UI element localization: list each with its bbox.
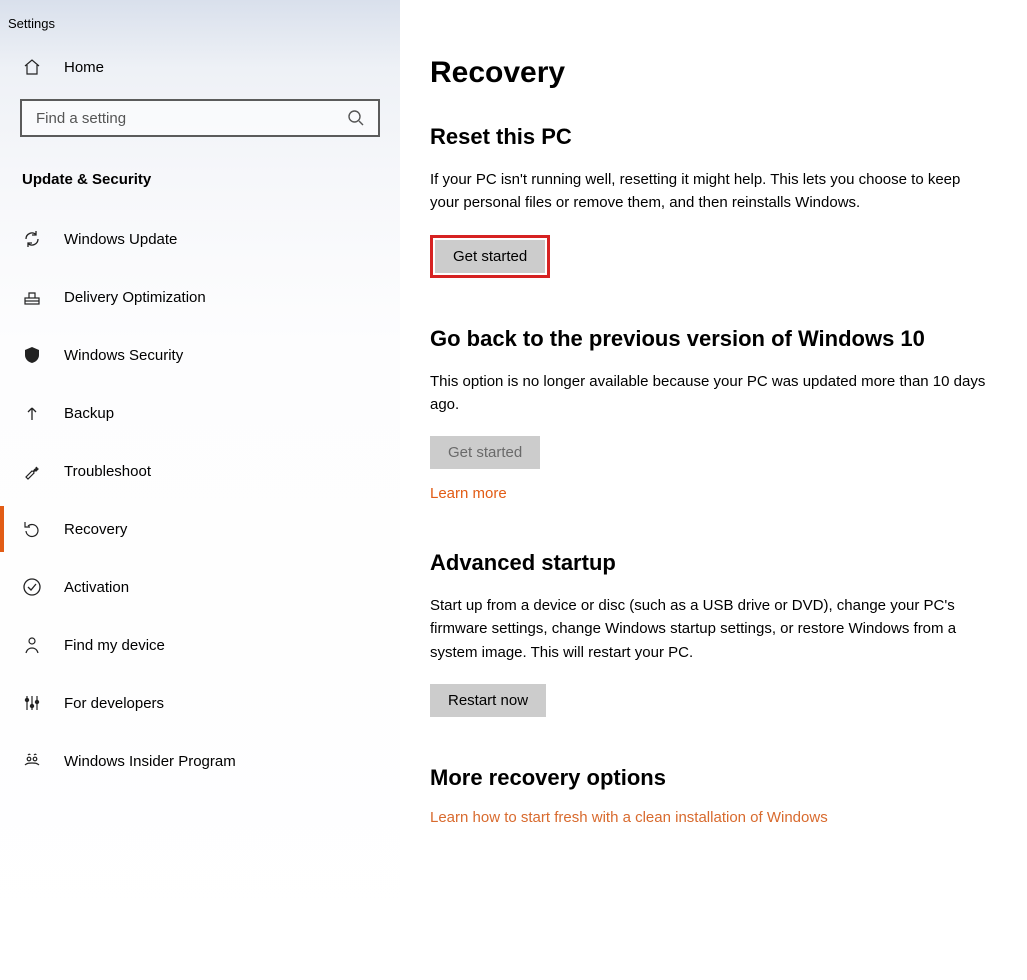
nav-label: Windows Security (64, 347, 183, 364)
person-icon (22, 635, 42, 655)
sidebar-home[interactable]: Home (0, 47, 400, 87)
sidebar-item-troubleshoot[interactable]: Troubleshoot (0, 442, 400, 500)
nav-label: Recovery (64, 521, 127, 538)
sidebar-item-activation[interactable]: Activation (0, 558, 400, 616)
recovery-icon (22, 519, 42, 539)
window-title: Settings (0, 10, 400, 47)
shield-icon (22, 345, 42, 365)
section-goback: Go back to the previous version of Windo… (430, 326, 987, 503)
search-input[interactable] (34, 109, 338, 128)
sidebar-category: Update & Security (0, 159, 400, 210)
nav-label: Activation (64, 579, 129, 596)
goback-get-started-button: Get started (430, 436, 540, 469)
sidebar-item-windows-security[interactable]: Windows Security (0, 326, 400, 384)
more-heading: More recovery options (430, 765, 987, 791)
reset-desc: If your PC isn't running well, resetting… (430, 168, 987, 215)
sidebar-nav: Windows Update Delivery Optimization Win… (0, 210, 400, 790)
sync-icon (22, 229, 42, 249)
sidebar-item-windows-insider[interactable]: Windows Insider Program (0, 732, 400, 790)
restart-now-button[interactable]: Restart now (430, 684, 546, 717)
sidebar-item-recovery[interactable]: Recovery (0, 500, 400, 558)
nav-label: For developers (64, 695, 164, 712)
section-more: More recovery options Learn how to start… (430, 765, 987, 826)
highlight-box: Get started (430, 235, 550, 278)
nav-label: Windows Update (64, 231, 177, 248)
search-icon (346, 108, 366, 128)
sliders-icon (22, 693, 42, 713)
sidebar-item-windows-update[interactable]: Windows Update (0, 210, 400, 268)
goback-heading: Go back to the previous version of Windo… (430, 326, 987, 352)
insider-icon (22, 751, 42, 771)
check-icon (22, 577, 42, 597)
sidebar-item-find-my-device[interactable]: Find my device (0, 616, 400, 674)
section-reset: Reset this PC If your PC isn't running w… (430, 124, 987, 278)
home-label: Home (64, 59, 104, 76)
home-icon (22, 57, 42, 77)
sidebar: Settings Home Update & Security (0, 0, 400, 980)
delivery-icon (22, 287, 42, 307)
get-started-button[interactable]: Get started (435, 240, 545, 273)
backup-icon (22, 403, 42, 423)
nav-label: Backup (64, 405, 114, 422)
advanced-heading: Advanced startup (430, 550, 987, 576)
nav-label: Windows Insider Program (64, 753, 236, 770)
start-fresh-link[interactable]: Learn how to start fresh with a clean in… (430, 809, 828, 826)
search-box[interactable] (20, 99, 380, 137)
page-title: Recovery (430, 56, 987, 90)
nav-label: Delivery Optimization (64, 289, 206, 306)
sidebar-item-for-developers[interactable]: For developers (0, 674, 400, 732)
section-advanced: Advanced startup Start up from a device … (430, 550, 987, 717)
nav-label: Find my device (64, 637, 165, 654)
goback-desc: This option is no longer available becau… (430, 370, 987, 417)
advanced-desc: Start up from a device or disc (such as … (430, 594, 987, 664)
nav-label: Troubleshoot (64, 463, 151, 480)
reset-heading: Reset this PC (430, 124, 987, 150)
sidebar-item-backup[interactable]: Backup (0, 384, 400, 442)
content: Recovery Reset this PC If your PC isn't … (400, 0, 1027, 980)
sidebar-item-delivery-optimization[interactable]: Delivery Optimization (0, 268, 400, 326)
search-wrap (20, 99, 380, 137)
learn-more-link[interactable]: Learn more (430, 485, 507, 502)
wrench-icon (22, 461, 42, 481)
